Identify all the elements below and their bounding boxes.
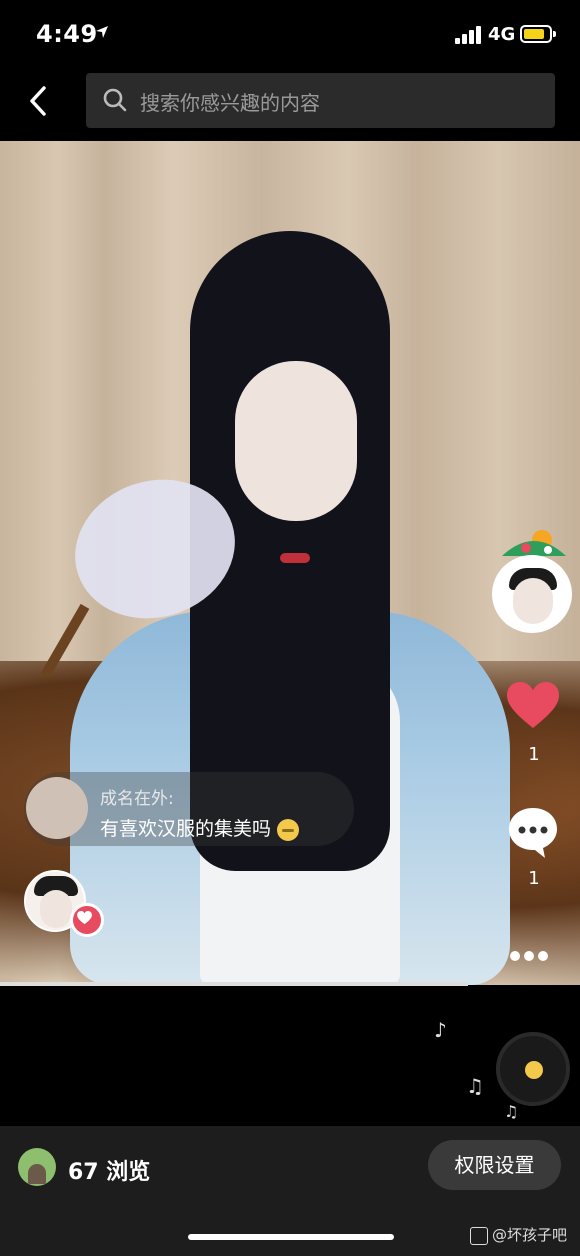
commenter-avatar[interactable]: [26, 777, 88, 839]
author-avatar-face: [513, 578, 553, 624]
watermark-text: @坏孩子吧: [492, 1226, 568, 1244]
more-icon[interactable]: [510, 946, 558, 962]
comment-text-label: 有喜欢汉服的集美吗: [100, 818, 272, 840]
music-disc[interactable]: [496, 1032, 570, 1106]
music-note-icon: ♫: [504, 1102, 519, 1121]
chevron-left-icon[interactable]: [22, 84, 56, 118]
heart-icon[interactable]: [505, 680, 561, 732]
search-placeholder: 搜索你感兴趣的内容: [140, 91, 320, 115]
permissions-button[interactable]: 权限设置: [428, 1140, 561, 1190]
search-icon: [103, 88, 127, 112]
video-face: [235, 361, 357, 521]
signal-icon: [455, 26, 483, 44]
search-input[interactable]: 搜索你感兴趣的内容: [86, 73, 555, 128]
author-avatar[interactable]: [492, 555, 572, 633]
video-player[interactable]: [0, 141, 580, 985]
music-note-icon: ♫: [466, 1074, 484, 1098]
comment-count: 1: [528, 868, 540, 889]
views-count[interactable]: 67 浏览: [68, 1154, 150, 1186]
video-lips: [280, 553, 310, 563]
comment-text: 有喜欢汉服的集美吗: [100, 814, 300, 841]
music-disc-center: [525, 1061, 543, 1079]
bottom-bar: 67 浏览 权限设置 @坏孩子吧: [0, 1126, 580, 1256]
status-time: 4:49: [36, 20, 98, 48]
watermark: @坏孩子吧: [470, 1224, 567, 1245]
header: 搜索你感兴趣的内容: [0, 70, 580, 140]
battery-icon: [520, 25, 556, 43]
comment-bubble[interactable]: 成名在外: 有喜欢汉服的集美吗: [24, 772, 354, 846]
comment-icon[interactable]: [505, 804, 561, 860]
viewer-avatar[interactable]: [18, 1148, 56, 1186]
home-indicator[interactable]: [188, 1234, 394, 1240]
grin-emoji-icon: [277, 818, 300, 841]
music-note-icon: ♪: [434, 1018, 447, 1042]
like-count: 1: [528, 744, 540, 765]
status-bar: 4:49 4G: [0, 0, 580, 70]
heart-badge-icon: [70, 903, 104, 937]
network-type: 4G: [488, 24, 516, 45]
weibo-logo-icon: [470, 1226, 488, 1245]
video-progress-bar[interactable]: [0, 982, 468, 986]
location-arrow-icon: [96, 26, 108, 38]
comment-username: 成名在外:: [100, 789, 174, 809]
liker-avatar-face: [40, 890, 72, 928]
